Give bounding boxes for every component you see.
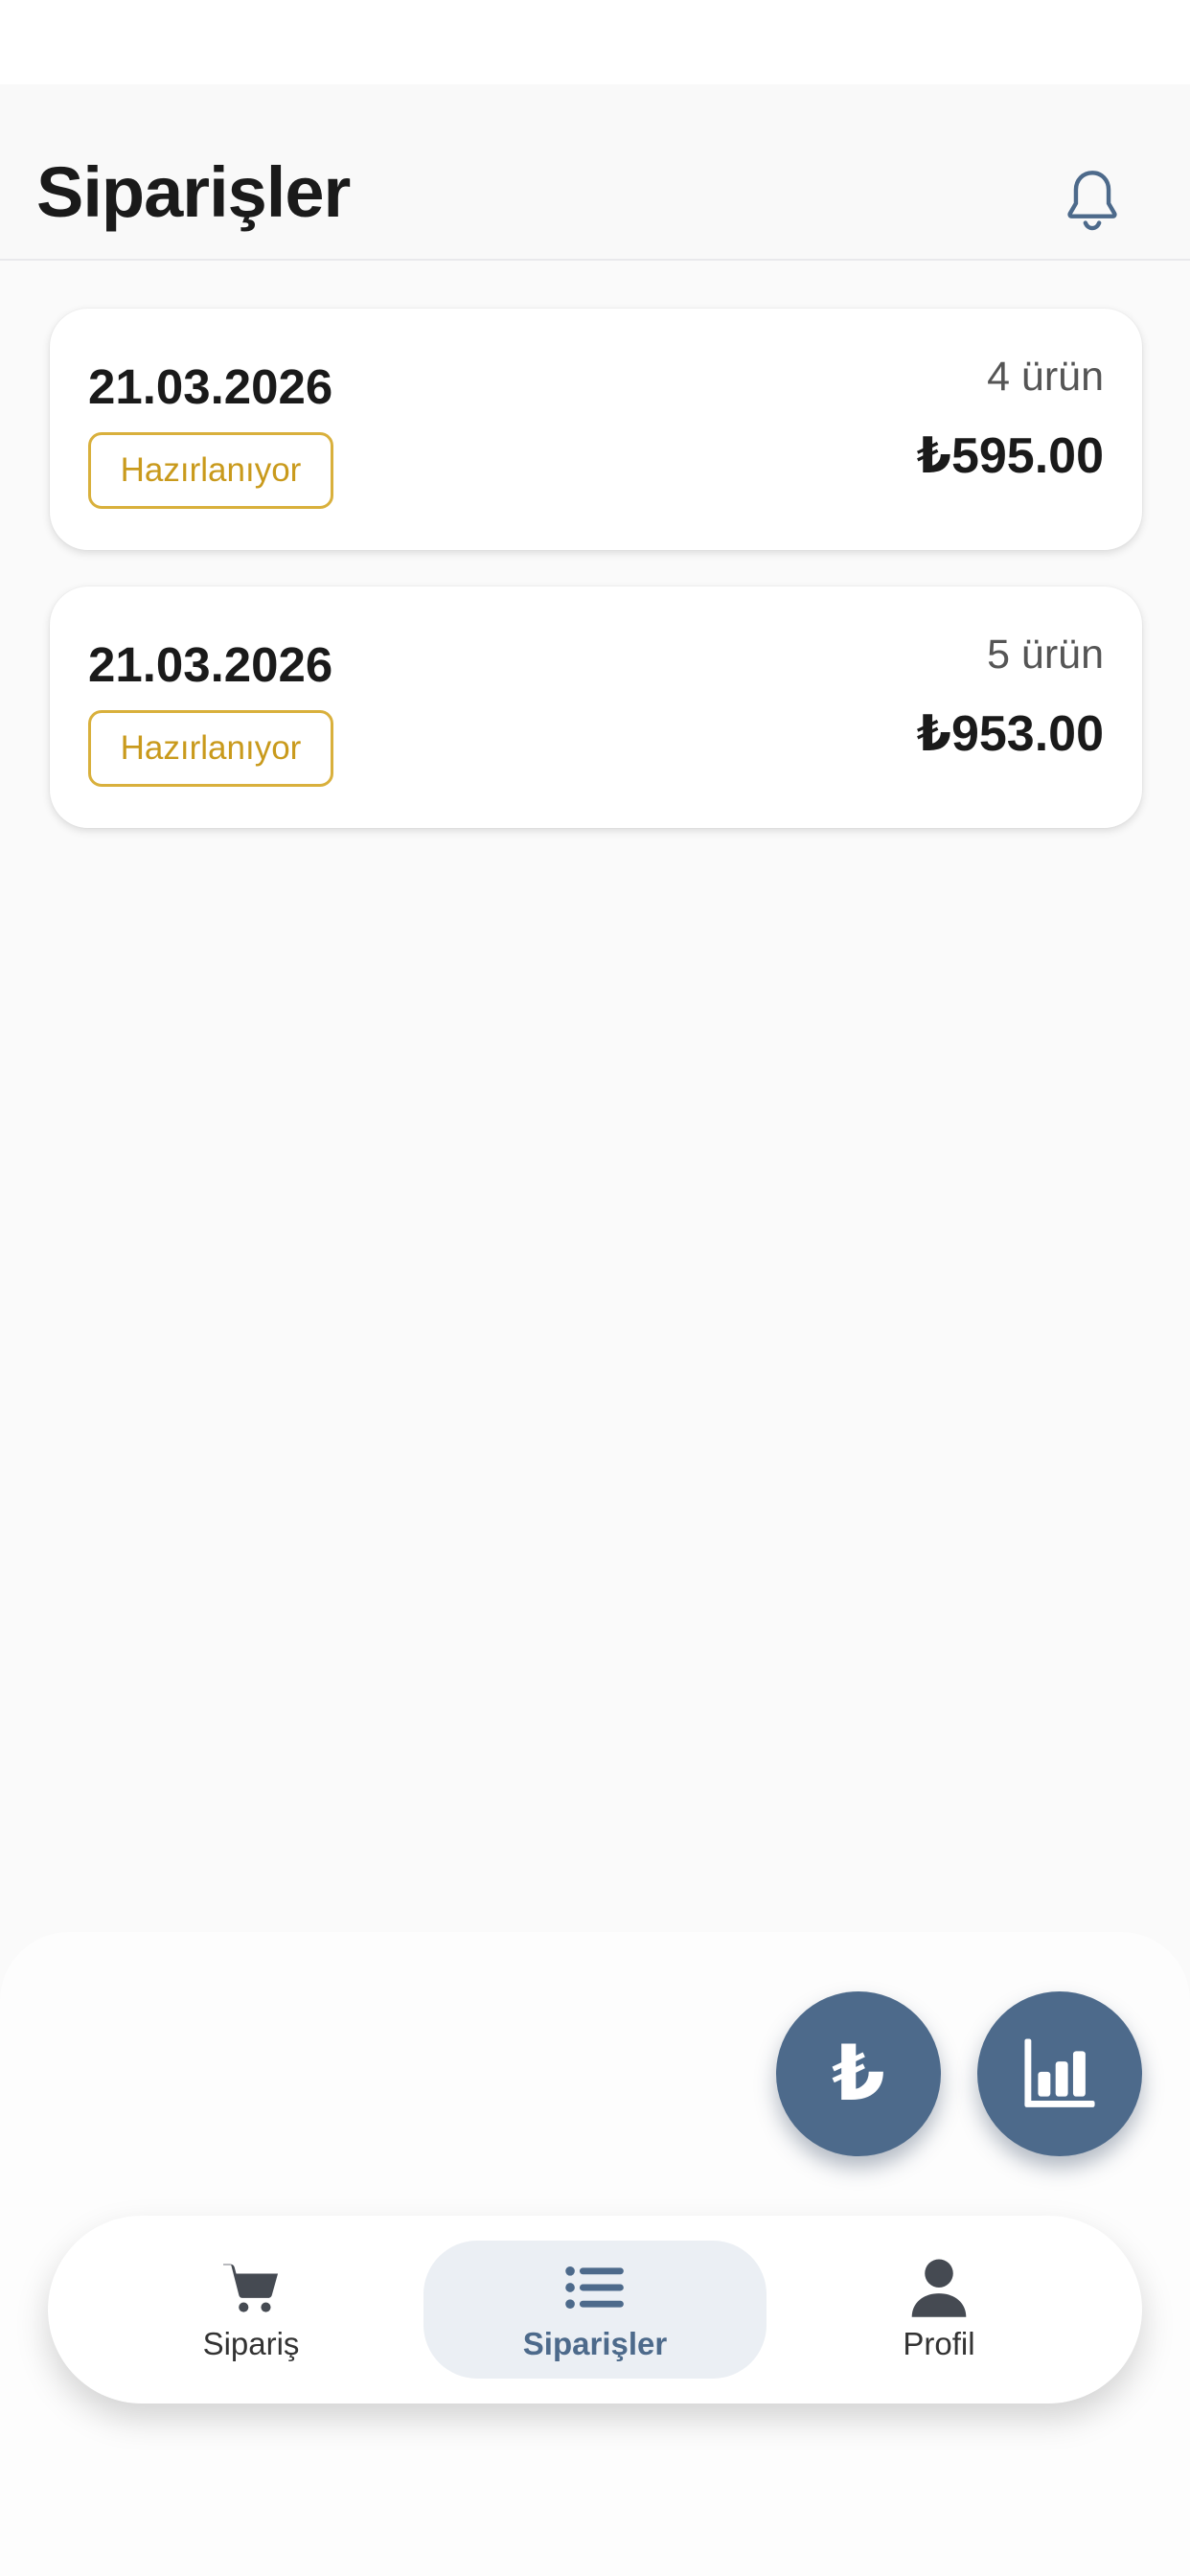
person-icon — [910, 2257, 968, 2318]
order-date: 21.03.2026 — [88, 359, 333, 414]
order-item-count: 5 ürün — [987, 632, 1104, 678]
status-badge: Hazırlanıyor — [88, 710, 333, 787]
nav-item-siparis[interactable]: Sipariş — [80, 2241, 423, 2379]
nav-label: Profil — [903, 2326, 975, 2361]
page-title: Siparişler — [36, 152, 351, 232]
order-card[interactable]: 21.03.2026 Hazırlanıyor 5 ürün ₺953.00 — [50, 586, 1142, 828]
order-total: ₺953.00 — [916, 706, 1104, 762]
nav-item-siparisler[interactable]: Siparişler — [423, 2241, 767, 2379]
app-header: Siparişler — [0, 84, 1190, 261]
notification-button[interactable] — [1054, 163, 1131, 240]
bar-chart-icon — [1024, 2038, 1095, 2107]
nav-label: Siparişler — [522, 2326, 668, 2361]
cart-icon — [220, 2257, 282, 2318]
status-badge: Hazırlanıyor — [88, 432, 333, 509]
stats-fab-button[interactable] — [977, 1991, 1142, 2156]
currency-fab-button[interactable]: ₺ — [776, 1991, 941, 2156]
status-bar — [0, 0, 1190, 84]
bell-icon — [1067, 171, 1117, 231]
list-icon — [565, 2257, 625, 2318]
bottom-navigation: Sipariş Siparişler Profil — [48, 2216, 1142, 2404]
order-item-count: 4 ürün — [987, 354, 1104, 400]
lira-icon: ₺ — [832, 2031, 885, 2116]
order-list: 21.03.2026 Hazırlanıyor 4 ürün ₺595.00 2… — [50, 309, 1142, 864]
nav-label: Sipariş — [202, 2326, 300, 2361]
order-date: 21.03.2026 — [88, 637, 333, 692]
order-card[interactable]: 21.03.2026 Hazırlanıyor 4 ürün ₺595.00 — [50, 309, 1142, 550]
nav-item-profil[interactable]: Profil — [767, 2241, 1110, 2379]
order-total: ₺595.00 — [916, 428, 1104, 484]
